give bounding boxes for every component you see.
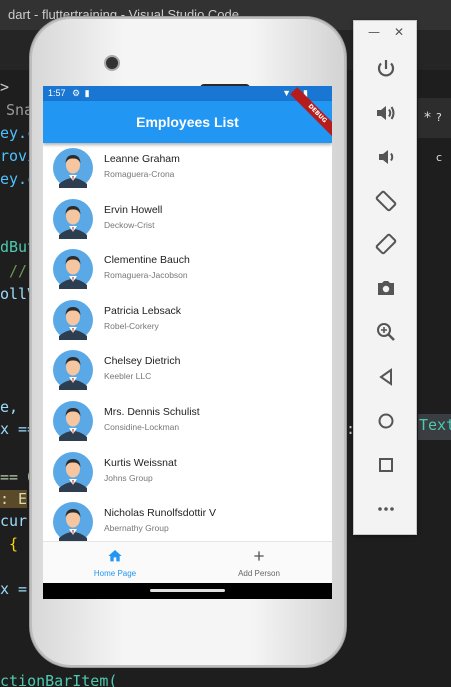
employee-company: Considine-Lockman: [104, 422, 180, 432]
camera-icon: [378, 281, 394, 295]
employee-list-item[interactable]: Mrs. Dennis Schulist Considine-Lockman: [43, 399, 332, 449]
text-highlight: Text: [418, 414, 451, 440]
employee-list-item[interactable]: Kurtis Weissnat Johns Group: [43, 450, 332, 500]
employee-company: Deckow-Crist: [104, 219, 155, 230]
employee-name: Ervin Howell: [104, 203, 163, 216]
volume-down-icon: [379, 150, 394, 164]
code-fragment: {: [0, 535, 19, 553]
nav-item-home[interactable]: Home Page: [43, 542, 187, 584]
avatar: [53, 401, 93, 441]
close-icon[interactable]: ✕: [394, 25, 404, 39]
system-navigation-bar: [43, 583, 332, 599]
code-fragment: ctionBarItem(: [0, 672, 118, 687]
employee-company: Johns Group: [104, 472, 153, 483]
employee-name: Patricia Lebsack: [104, 304, 182, 317]
employee-list-item[interactable]: Ervin Howell Deckow-Crist: [43, 197, 332, 247]
avatar: [53, 350, 93, 391]
power-icon: [377, 60, 395, 77]
rotate-right-icon: [375, 233, 397, 255]
back-button[interactable]: [374, 365, 398, 389]
volume-down-button[interactable]: [374, 145, 398, 169]
overview-icon: [379, 458, 393, 472]
rotate-right-button[interactable]: [374, 232, 398, 256]
more-button[interactable]: [374, 497, 398, 521]
avatar: [53, 148, 93, 188]
status-bar: 1:57 ⚙ ▮ ▼ ◢ ▮: [43, 86, 332, 101]
employee-list-item[interactable]: Nicholas Runolfsdottir V Abernathy Group: [43, 500, 332, 541]
minimize-icon[interactable]: —: [368, 25, 380, 39]
nav-item-add-person[interactable]: Add Person: [187, 542, 331, 584]
avatar: [53, 249, 93, 290]
settings-status-icon: ⚙: [72, 88, 81, 98]
sd-card-icon: ▮: [84, 88, 90, 98]
employee-name: Leanne Graham: [104, 153, 180, 165]
bottom-navigation-bar: Home Page Add Person: [43, 541, 332, 583]
editor-right-toolbar[interactable]: * ? c: [418, 98, 451, 164]
employee-company: Romaguera-Jacobson: [104, 270, 188, 281]
avatar: [53, 451, 93, 492]
employee-name: Clementine Bauch: [104, 254, 190, 267]
code-fragment: e,: [0, 398, 19, 416]
avatar: [53, 299, 93, 340]
asterisk-icon: *: [424, 110, 431, 126]
front-camera: [106, 57, 118, 69]
employee-company: Keebler LLC: [104, 371, 152, 382]
add-icon: [254, 551, 264, 561]
home-icon: [108, 550, 122, 562]
employee-company: Abernathy Group: [104, 523, 169, 534]
app-bar: Employees List DEBUG: [43, 87, 332, 143]
employee-list-item[interactable]: Clementine Bauch Romaguera-Jacobson: [43, 247, 332, 297]
employee-list-item[interactable]: Leanne Graham Romaguera-Crona: [43, 146, 332, 196]
status-time: 1:57: [48, 88, 66, 98]
camera-button[interactable]: [374, 276, 398, 300]
rotate-left-icon: [375, 190, 397, 212]
employee-name: Nicholas Runolfsdottir V: [104, 507, 217, 520]
code-text-label: Text: [419, 416, 451, 434]
emulator-toolbar-header: — ✕: [354, 21, 418, 49]
back-icon: [379, 368, 392, 386]
employee-list[interactable]: Leanne Graham Romaguera-Crona Ervin Howell…: [43, 146, 332, 541]
home-gesture-pill[interactable]: [150, 589, 225, 592]
volume-up-icon: [377, 106, 395, 120]
zoom-icon: [377, 323, 395, 341]
employee-name: Kurtis Weissnat: [104, 456, 177, 469]
volume-up-button[interactable]: [374, 101, 398, 125]
help-text: ? c: [436, 111, 443, 164]
code-fragment: >: [0, 78, 19, 96]
employee-list-item[interactable]: Patricia Lebsack Robel-Corkery: [43, 298, 332, 348]
code-fragment: x =: [0, 580, 28, 598]
zoom-button[interactable]: [374, 320, 398, 344]
avatar: [53, 502, 93, 541]
home-circle-button[interactable]: [374, 409, 398, 433]
power-button[interactable]: [374, 57, 398, 81]
home-circle-icon: [378, 413, 394, 429]
nav-label-add-person: Add Person: [238, 569, 280, 578]
nav-label-home: Home Page: [93, 569, 137, 578]
code-fragment: : E: [0, 490, 28, 508]
employee-name: Mrs. Dennis Schulist: [104, 406, 200, 418]
employee-company: Romaguera-Crona: [104, 169, 175, 179]
code-fragment: //: [0, 262, 28, 280]
employee-company: Robel-Corkery: [104, 320, 159, 331]
app-bar-title: Employees List: [136, 114, 239, 130]
employee-list-item[interactable]: Chelsey Dietrich Keebler LLC: [43, 348, 332, 398]
phone-screen: 1:57 ⚙ ▮ ▼ ◢ ▮ Employees List DEBUG Lean…: [43, 86, 332, 599]
emulator-toolbar: — ✕: [353, 20, 417, 535]
avatar: [53, 198, 93, 239]
employee-name: Chelsey Dietrich: [104, 355, 181, 368]
overview-button[interactable]: [374, 453, 398, 477]
more-icon: [378, 507, 394, 511]
rotate-left-button[interactable]: [374, 189, 398, 213]
